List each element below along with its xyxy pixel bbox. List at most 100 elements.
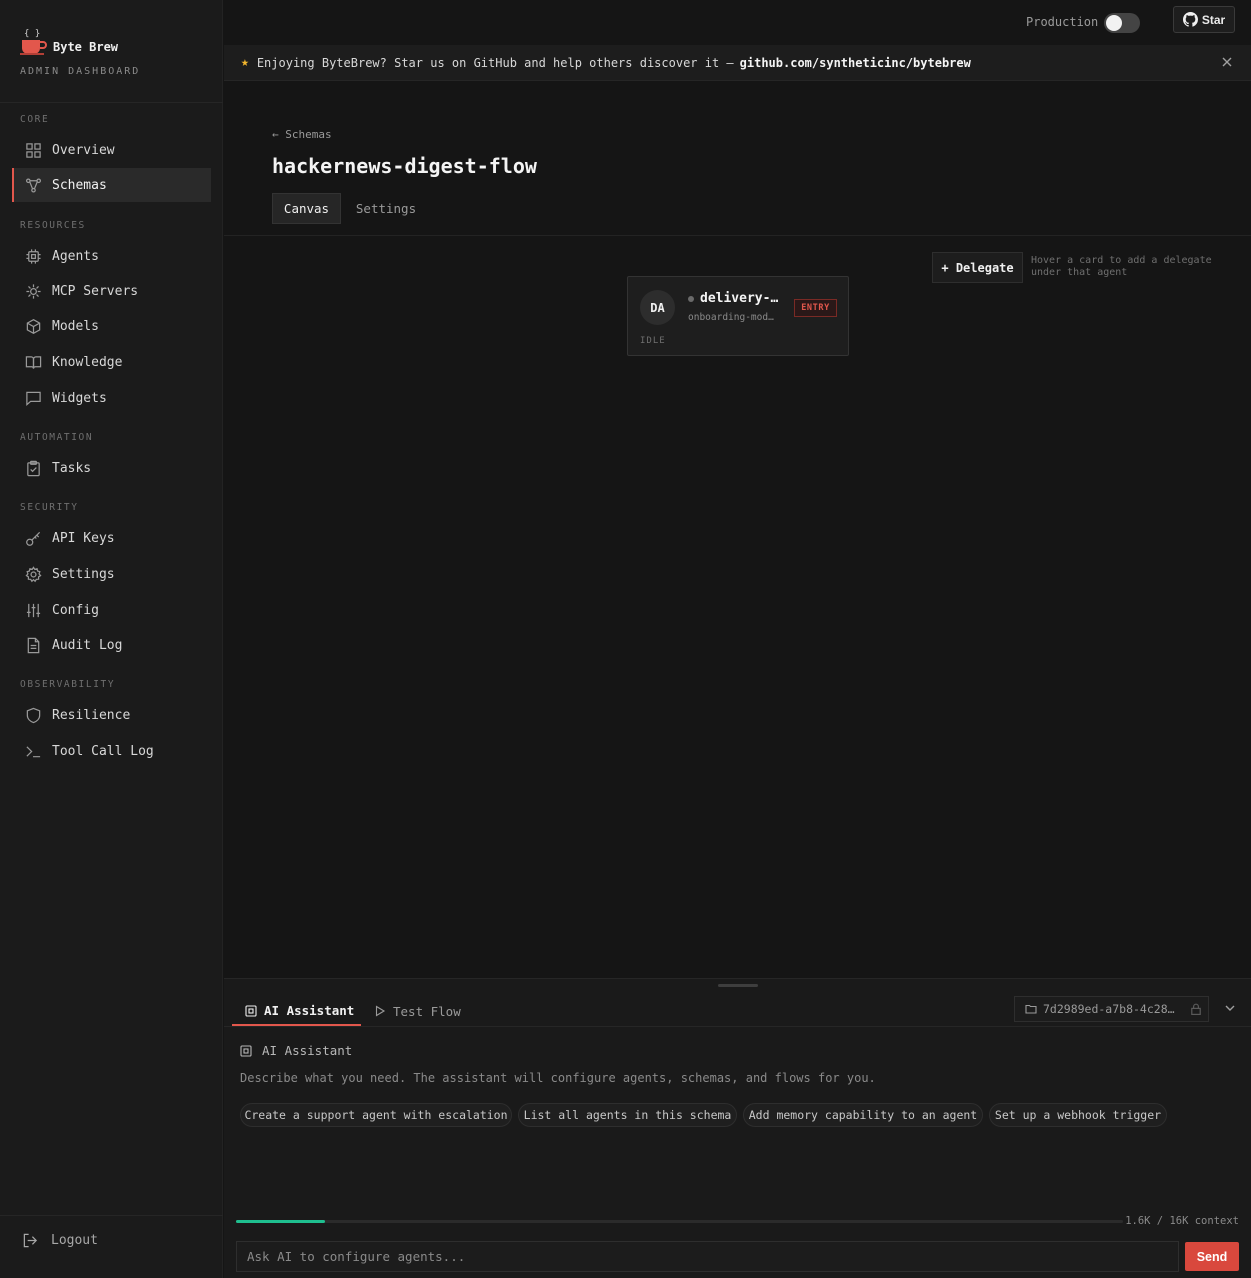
topbar: Production Star <box>224 0 1251 45</box>
folder-icon <box>1025 1004 1037 1014</box>
banner-github-link[interactable]: github.com/syntheticinc/bytebrew <box>740 56 971 70</box>
file-icon <box>24 636 42 654</box>
suggestion-chip[interactable]: List all agents in this schema <box>518 1103 737 1127</box>
tab-canvas[interactable]: Canvas <box>272 193 341 224</box>
section-label-security: SECURITY <box>20 502 79 513</box>
brand[interactable]: { } Byte Brew ADMIN DASHBOARD <box>20 24 210 84</box>
tab-settings[interactable]: Settings <box>348 193 424 224</box>
assistant-icon <box>245 1004 257 1017</box>
suggestion-chip[interactable]: Add memory capability to an agent <box>743 1103 983 1127</box>
sidebar-item-schemas[interactable]: Schemas <box>12 168 211 202</box>
sidebar-item-label: Models <box>52 318 99 334</box>
sidebar-item-widgets[interactable]: Widgets <box>12 381 211 415</box>
close-icon[interactable] <box>1220 55 1234 69</box>
section-label-core: CORE <box>20 114 50 125</box>
agent-state: IDLE <box>640 336 666 346</box>
suggestion-chip[interactable]: Create a support agent with escalation <box>240 1103 512 1127</box>
toggle-knob <box>1106 15 1122 31</box>
tab-ai-assistant[interactable]: AI Assistant <box>232 997 361 1026</box>
logout-button[interactable]: Logout <box>22 1232 98 1249</box>
sidebar-item-resilience[interactable]: Resilience <box>12 698 211 732</box>
cube-icon <box>24 317 42 335</box>
sidebar-item-label: Tool Call Log <box>52 743 154 759</box>
star-icon: ★ <box>241 55 249 70</box>
assistant-icon <box>240 1044 252 1057</box>
production-toggle[interactable] <box>1104 13 1140 33</box>
sidebar-item-label: Settings <box>52 566 115 582</box>
sidebar-item-api-keys[interactable]: API Keys <box>12 521 211 555</box>
logout-icon <box>23 1233 38 1248</box>
section-label-automation: AUTOMATION <box>20 432 94 443</box>
tab-test-flow[interactable]: Test Flow <box>374 997 461 1025</box>
shield-icon <box>24 706 42 724</box>
sidebar-item-label: Tasks <box>52 460 92 476</box>
sliders-icon <box>24 601 42 619</box>
sidebar-item-label: API Keys <box>52 530 115 546</box>
sidebar: { } Byte Brew ADMIN DASHBOARD CORE Overv… <box>0 0 223 1278</box>
chevron-down-icon[interactable] <box>1222 1000 1238 1016</box>
assistant-description: Describe what you need. The assistant wi… <box>240 1071 876 1085</box>
terminal-icon <box>24 742 42 760</box>
sidebar-item-models[interactable]: Models <box>12 309 211 343</box>
sidebar-item-mcp-servers[interactable]: MCP Servers <box>12 274 211 308</box>
send-button[interactable]: Send <box>1185 1242 1239 1271</box>
section-label-resources: RESOURCES <box>20 220 86 231</box>
schema-icon <box>24 176 42 194</box>
sidebar-item-overview[interactable]: Overview <box>12 133 211 167</box>
sidebar-item-label: MCP Servers <box>52 283 139 299</box>
chat-input[interactable] <box>236 1241 1179 1272</box>
sidebar-item-agents[interactable]: Agents <box>12 239 211 273</box>
coffee-cup-icon: { } <box>20 29 47 55</box>
context-progress-fill <box>236 1220 325 1223</box>
sidebar-item-label: Agents <box>52 248 99 264</box>
add-delegate-button[interactable]: + Delegate <box>932 252 1023 283</box>
banner-text: Enjoying ByteBrew? Star us on GitHub and… <box>256 55 734 70</box>
chat-icon <box>24 389 42 407</box>
context-progress-bar <box>236 1220 1123 1223</box>
sidebar-item-config[interactable]: Config <box>12 593 211 627</box>
sidebar-item-label: Resilience <box>52 707 131 723</box>
assistant-panel: AI Assistant Test Flow 7d2989ed-a7b8-4c2… <box>224 978 1251 1278</box>
agent-card[interactable]: DA delivery-… onboarding-mod… ENTRY IDLE <box>627 276 849 356</box>
context-usage: 1.6K / 16K context <box>1125 1215 1239 1227</box>
sidebar-item-audit-log[interactable]: Audit Log <box>12 628 211 662</box>
session-selector[interactable]: 7d2989ed-a7b8-4c28… <box>1014 996 1209 1022</box>
tab-label: Test Flow <box>393 1003 461 1019</box>
sidebar-item-label: Widgets <box>52 390 107 406</box>
star-label: Star <box>1201 12 1226 27</box>
panel-tab-divider <box>224 1026 1251 1027</box>
back-to-schemas-link[interactable]: ← Schemas <box>272 128 332 141</box>
tab-label: AI Assistant <box>264 1003 355 1018</box>
sidebar-item-label: Audit Log <box>52 637 123 653</box>
github-star-button[interactable]: Star <box>1173 6 1235 33</box>
sidebar-item-settings[interactable]: Settings <box>12 557 211 591</box>
delegate-hint: Hover a card to add a delegate under tha… <box>1031 255 1212 278</box>
sidebar-item-knowledge[interactable]: Knowledge <box>12 345 211 379</box>
brand-divider <box>0 102 223 103</box>
sidebar-footer-divider <box>0 1215 223 1216</box>
sidebar-item-tool-call-log[interactable]: Tool Call Log <box>12 734 211 768</box>
section-label-observability: OBSERVABILITY <box>20 679 116 690</box>
suggestion-chip[interactable]: Set up a webhook trigger <box>989 1103 1167 1127</box>
sidebar-item-label: Config <box>52 602 99 618</box>
play-icon <box>375 1005 386 1017</box>
panel-resize-handle[interactable] <box>718 984 758 987</box>
agent-avatar: DA <box>640 290 675 325</box>
github-icon <box>1182 12 1198 27</box>
agent-status-dot <box>688 296 694 302</box>
book-icon <box>24 353 42 371</box>
lock-icon <box>1191 1003 1201 1015</box>
logout-label: Logout <box>51 1233 98 1248</box>
assistant-title: AI Assistant <box>262 1043 353 1058</box>
header-divider <box>224 235 1251 236</box>
server-icon <box>24 282 42 300</box>
sidebar-item-tasks[interactable]: Tasks <box>12 451 211 485</box>
sidebar-item-label: Overview <box>52 142 115 158</box>
entry-badge: ENTRY <box>794 299 837 317</box>
github-banner: ★ Enjoying ByteBrew? Star us on GitHub a… <box>224 45 1251 81</box>
sidebar-item-label: Knowledge <box>52 354 123 370</box>
agent-model: onboarding-mod… <box>688 312 774 323</box>
grid-icon <box>24 141 42 159</box>
gear-icon <box>24 565 42 583</box>
assistant-heading: AI Assistant <box>240 1043 352 1058</box>
